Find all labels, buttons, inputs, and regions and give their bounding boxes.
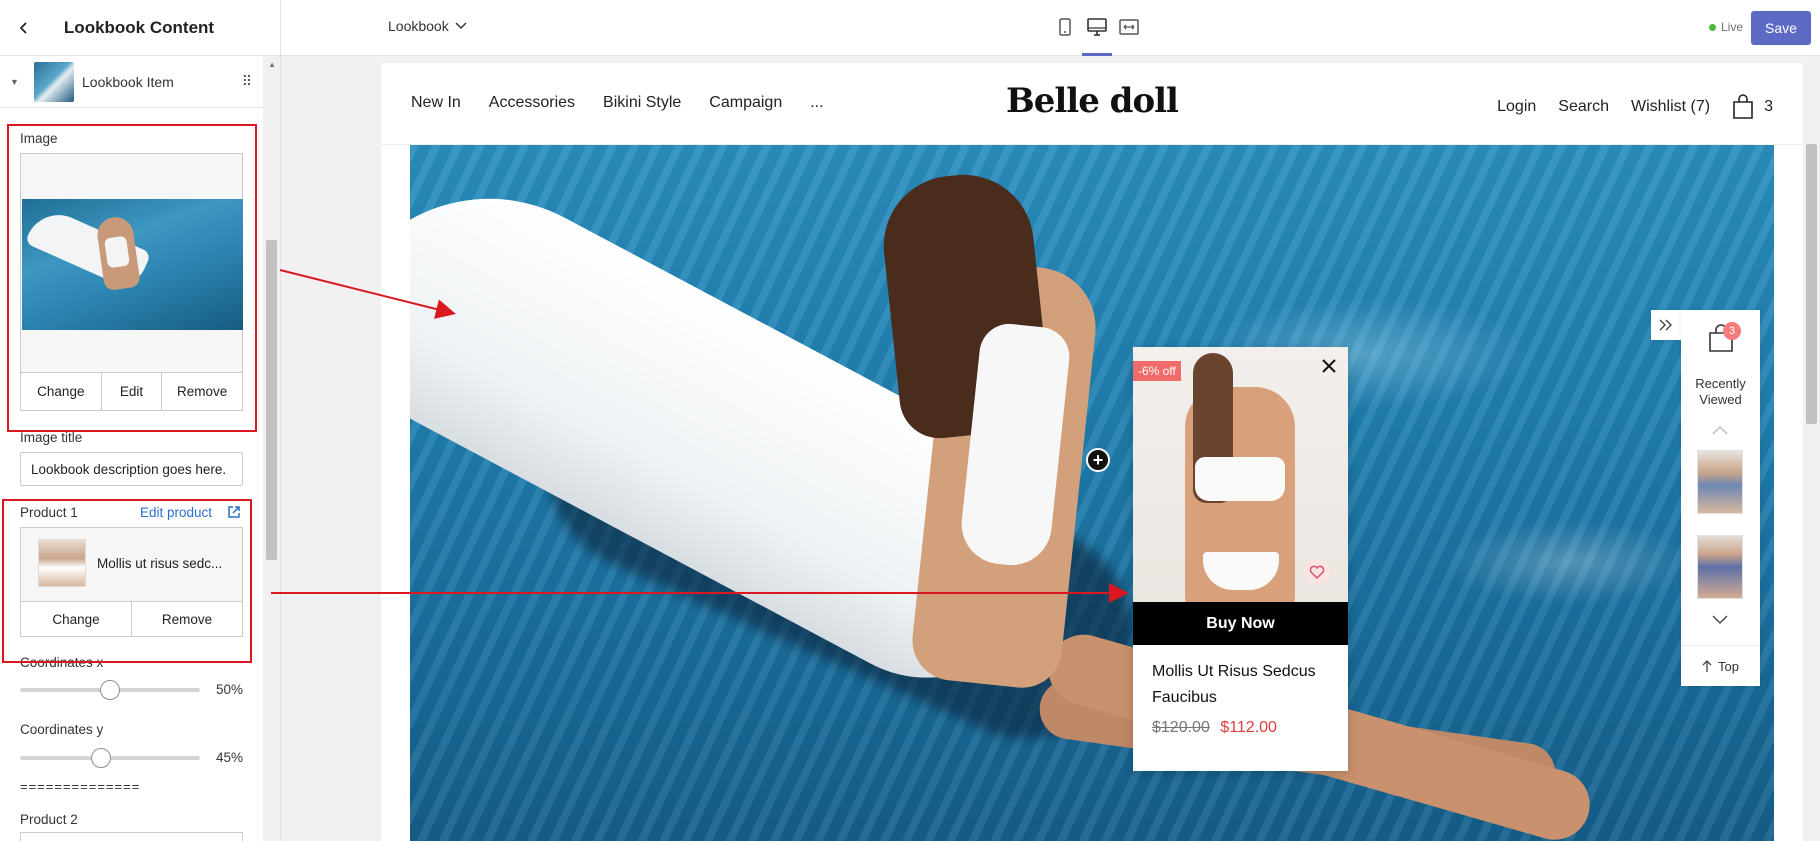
nav-search[interactable]: Search <box>1558 98 1609 116</box>
buy-now-button[interactable]: Buy Now <box>1133 602 1348 645</box>
image-remove-button[interactable]: Remove <box>162 373 242 410</box>
back-button[interactable] <box>12 16 36 40</box>
product1-remove-button[interactable]: Remove <box>132 602 242 636</box>
recently-viewed-product[interactable] <box>1697 450 1743 514</box>
recently-viewed-title: Recently Viewed <box>1695 376 1746 407</box>
preview-scrollbar-thumb[interactable] <box>1806 144 1817 424</box>
cart-count: 3 <box>1764 98 1773 115</box>
product-popup: -6% off Buy Now Mollis Ut Risus Sedcus F… <box>1133 347 1348 771</box>
image-change-button[interactable]: Change <box>21 373 102 410</box>
coordinates-y-knob[interactable] <box>91 748 111 768</box>
product1-actions: Change Remove <box>21 601 242 636</box>
external-link-icon[interactable] <box>227 505 241 519</box>
edit-product-link[interactable]: Edit product <box>140 505 212 520</box>
image-actions: Change Edit Remove <box>21 372 242 410</box>
drag-handle-icon[interactable]: ⠿ <box>242 73 252 90</box>
template-selector[interactable]: Lookbook <box>388 18 467 34</box>
product1-thumbnail <box>38 539 86 587</box>
popup-price: $120.00 $112.00 <box>1152 719 1277 737</box>
scroll-up-icon[interactable]: ▲ <box>268 60 276 69</box>
lookbook-item-row[interactable]: ▼ Lookbook Item ⠿ <box>0 56 264 108</box>
image-title-input[interactable]: Lookbook description goes here. <box>20 452 243 486</box>
caret-down-icon[interactable]: ▼ <box>10 77 22 87</box>
image-edit-button[interactable]: Edit <box>102 373 163 410</box>
back-to-top-button[interactable]: Top <box>1681 645 1760 686</box>
chevron-down-icon <box>455 22 467 30</box>
nav-wishlist[interactable]: Wishlist (7) <box>1631 98 1710 116</box>
save-button[interactable]: Save <box>1751 11 1811 45</box>
coordinates-y-value: 45% <box>216 750 244 765</box>
coordinates-x-knob[interactable] <box>100 680 120 700</box>
lookbook-item-thumbnail <box>34 61 74 102</box>
editor-topbar: Lookbook Live Save <box>281 0 1820 56</box>
lookbook-hero-image <box>410 145 1774 841</box>
product1-name: Mollis ut risus sedc... <box>97 556 223 571</box>
live-label: Live <box>1721 20 1744 34</box>
template-name: Lookbook <box>388 18 449 34</box>
image-preview <box>22 199 243 330</box>
popup-product-name[interactable]: Mollis Ut Risus Sedcus Faucibus <box>1152 659 1332 711</box>
product2-label: Product 2 <box>20 812 78 827</box>
account-nav: Login Search Wishlist (7) 3 <box>1497 94 1773 120</box>
coordinates-x-slider[interactable] <box>20 680 200 700</box>
recently-viewed-cart-count: 3 <box>1723 322 1741 340</box>
shopping-bag-icon <box>1733 94 1753 119</box>
recently-viewed-product[interactable] <box>1697 535 1743 599</box>
product2-picker[interactable] <box>20 832 243 841</box>
sidebar-scrollbar[interactable] <box>263 56 280 841</box>
coordinates-y-label: Coordinates y <box>20 722 104 737</box>
coordinates-x-value: 50% <box>216 682 244 697</box>
coordinates-x-label: Coordinates x <box>20 655 104 670</box>
mobile-icon[interactable] <box>1054 16 1076 38</box>
lookbook-hotspot-plus-icon[interactable]: + <box>1086 448 1110 472</box>
sidebar-scrollbar-thumb[interactable] <box>266 240 277 560</box>
recently-viewed-toggle[interactable] <box>1651 310 1681 340</box>
live-status: Live <box>1709 20 1743 34</box>
fullwidth-icon[interactable] <box>1118 16 1140 38</box>
price-original: $120.00 <box>1152 719 1210 736</box>
chevron-up-icon[interactable] <box>1711 424 1729 436</box>
device-switcher <box>1054 16 1140 56</box>
live-dot-icon <box>1709 23 1716 31</box>
price-sale: $112.00 <box>1220 719 1277 736</box>
coordinates-y-slider[interactable] <box>20 748 200 768</box>
image-picker: Change Edit Remove <box>20 153 243 411</box>
product1-change-button[interactable]: Change <box>21 602 132 636</box>
preview-scrollbar[interactable] <box>1803 56 1820 841</box>
close-icon[interactable] <box>1318 355 1340 377</box>
sidebar-header: Lookbook Content <box>0 0 280 56</box>
image-title-label: Image title <box>20 430 83 445</box>
section-divider: ============== <box>20 779 141 794</box>
recently-viewed-panel: 3 Recently Viewed Top <box>1681 310 1760 686</box>
chevron-down-icon[interactable] <box>1711 614 1729 626</box>
desktop-icon[interactable] <box>1082 16 1112 56</box>
lookbook-item-label: Lookbook Item <box>82 73 174 90</box>
product1-label: Product 1 <box>20 505 78 520</box>
discount-badge: -6% off <box>1133 361 1181 381</box>
chevron-left-icon <box>19 22 27 34</box>
back-to-top-label: Top <box>1718 658 1739 674</box>
double-chevron-right-icon <box>1659 319 1672 331</box>
store-header: New In Accessories Bikini Style Campaign… <box>381 63 1803 145</box>
sidebar-title: Lookbook Content <box>63 17 215 37</box>
image-label: Image <box>20 131 58 146</box>
nav-login[interactable]: Login <box>1497 98 1536 116</box>
editor-sidebar: Lookbook Content ▼ Lookbook Item ⠿ Image… <box>0 0 281 841</box>
arrow-up-icon <box>1702 660 1712 672</box>
wishlist-heart-icon[interactable] <box>1304 559 1330 585</box>
cart-link[interactable]: 3 <box>1732 94 1773 120</box>
product1-picker: Mollis ut risus sedc... Change Remove <box>20 527 243 637</box>
